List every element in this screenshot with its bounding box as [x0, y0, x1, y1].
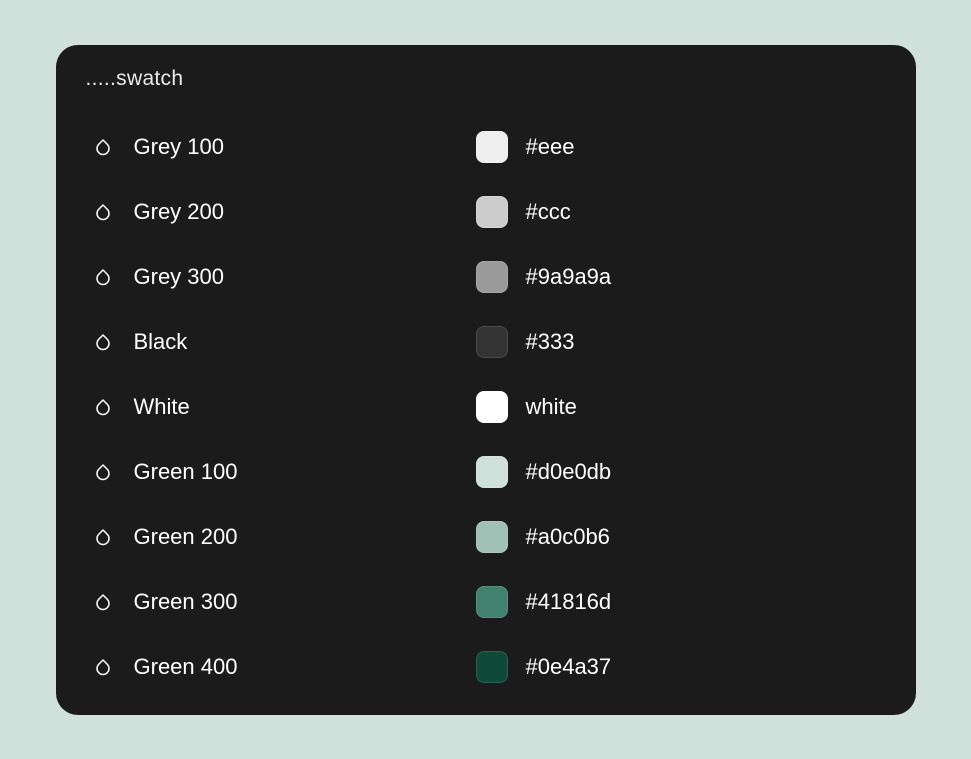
swatch-right: #41816d	[476, 586, 612, 618]
swatch-value: white	[526, 394, 577, 420]
swatch-chip	[476, 456, 508, 488]
droplet-icon	[94, 266, 112, 288]
swatch-left: Green 100	[86, 459, 476, 485]
swatch-right: #0e4a37	[476, 651, 612, 683]
droplet-icon	[94, 136, 112, 158]
swatch-left: Grey 100	[86, 134, 476, 160]
swatch-chip	[476, 651, 508, 683]
swatch-chip	[476, 391, 508, 423]
swatch-name: Green 200	[134, 524, 238, 550]
swatch-row: Green 400 #0e4a37	[86, 635, 886, 700]
swatch-chip	[476, 586, 508, 618]
swatch-left: White	[86, 394, 476, 420]
swatch-name: Grey 300	[134, 264, 225, 290]
swatch-row: Grey 200 #ccc	[86, 180, 886, 245]
swatch-chip	[476, 131, 508, 163]
swatch-right: #ccc	[476, 196, 571, 228]
swatch-value: #ccc	[526, 199, 571, 225]
swatch-name: Green 400	[134, 654, 238, 680]
swatch-name: Green 300	[134, 589, 238, 615]
swatch-right: #d0e0db	[476, 456, 612, 488]
swatch-right: #a0c0b6	[476, 521, 610, 553]
droplet-icon	[94, 526, 112, 548]
swatch-name: White	[134, 394, 190, 420]
swatch-chip	[476, 196, 508, 228]
swatch-chip	[476, 521, 508, 553]
swatch-name: Black	[134, 329, 188, 355]
swatch-right: #9a9a9a	[476, 261, 612, 293]
swatch-right: #eee	[476, 131, 575, 163]
swatch-list: Grey 100 #eee Grey 200 #ccc Grey 300 #9a9a9a B…	[86, 115, 886, 700]
swatch-chip	[476, 261, 508, 293]
panel-title: .....swatch	[86, 67, 886, 91]
swatch-name: Grey 200	[134, 199, 225, 225]
swatch-value: #41816d	[526, 589, 612, 615]
swatch-value: #a0c0b6	[526, 524, 610, 550]
swatch-right: white	[476, 391, 577, 423]
swatch-row: White white	[86, 375, 886, 440]
swatch-row: Green 200 #a0c0b6	[86, 505, 886, 570]
swatch-value: #333	[526, 329, 575, 355]
swatch-row: Green 300 #41816d	[86, 570, 886, 635]
swatch-left: Green 200	[86, 524, 476, 550]
swatch-value: #9a9a9a	[526, 264, 612, 290]
swatch-value: #eee	[526, 134, 575, 160]
droplet-icon	[94, 461, 112, 483]
swatch-name: Grey 100	[134, 134, 225, 160]
swatch-panel: .....swatch Grey 100#eeeGrey 200#cccGrey…	[56, 45, 916, 715]
swatch-row: Green 100 #d0e0db	[86, 440, 886, 505]
droplet-icon	[94, 656, 112, 678]
swatch-row: Grey 300 #9a9a9a	[86, 245, 886, 310]
swatch-left: Grey 200	[86, 199, 476, 225]
swatch-left: Green 300	[86, 589, 476, 615]
swatch-name: Green 100	[134, 459, 238, 485]
swatch-left: Grey 300	[86, 264, 476, 290]
swatch-row: Black #333	[86, 310, 886, 375]
droplet-icon	[94, 201, 112, 223]
swatch-right: #333	[476, 326, 575, 358]
swatch-chip	[476, 326, 508, 358]
swatch-left: Green 400	[86, 654, 476, 680]
swatch-value: #d0e0db	[526, 459, 612, 485]
droplet-icon	[94, 591, 112, 613]
droplet-icon	[94, 396, 112, 418]
swatch-value: #0e4a37	[526, 654, 612, 680]
swatch-row: Grey 100 #eee	[86, 115, 886, 180]
droplet-icon	[94, 331, 112, 353]
swatch-left: Black	[86, 329, 476, 355]
